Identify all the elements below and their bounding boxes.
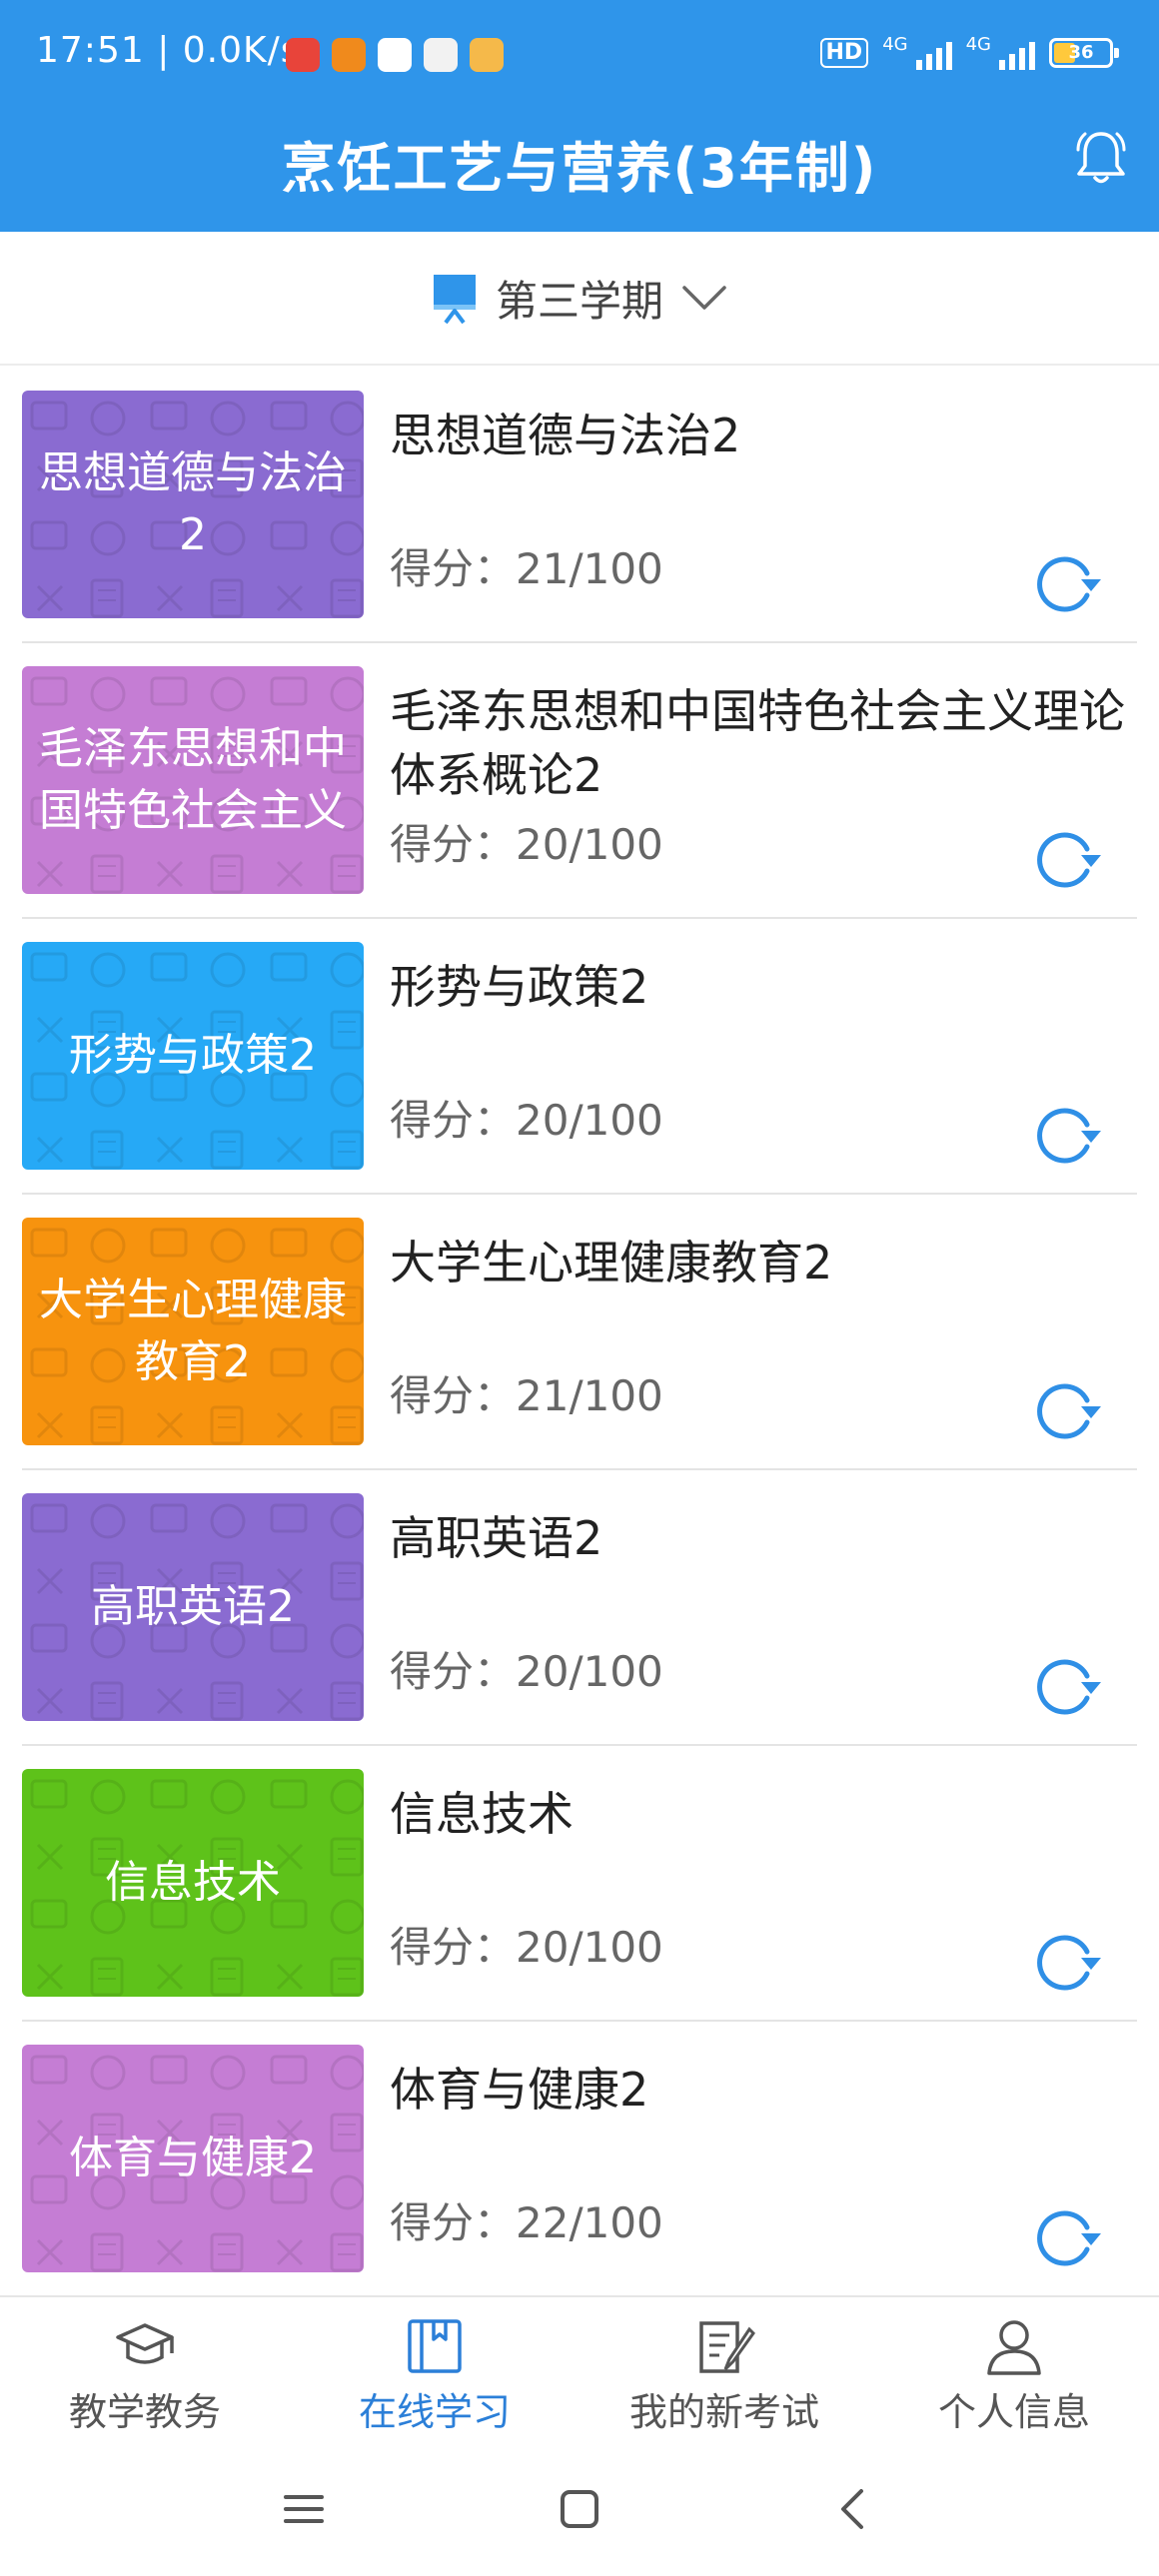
notification-app-icon	[332, 38, 366, 72]
graduation-cap-icon	[116, 2323, 174, 2364]
course-thumbnail-text: 大学生心理健康教育2	[39, 1275, 347, 1387]
course-score: 得分：20/100	[390, 820, 663, 869]
course-score: 得分：22/100	[390, 2198, 663, 2247]
course-list: 思想道德与法治2 思想道德与法治2 得分：21/100 毛泽东思想和中国特色社会主义毛…	[22, 368, 1137, 2297]
course-thumbnail-text: 信息技术	[105, 1857, 281, 1908]
status-time: 17:51 | 0.0K/s	[36, 30, 301, 71]
course-title[interactable]: 毛泽东思想和中国特色社会主义理论体系概论2	[390, 679, 1129, 807]
course-item[interactable]: 大学生心理健康教育2 大学生心理健康教育2 得分：21/100	[22, 1195, 1137, 1470]
battery-level: 36	[1068, 42, 1094, 63]
notification-app-icon	[286, 38, 320, 72]
course-thumbnail-text: 形势与政策2	[69, 1030, 317, 1081]
nav-label: 在线学习	[358, 2390, 511, 2434]
course-thumbnail-text: 思想道德与法治2	[39, 447, 347, 560]
signal-icon	[915, 36, 952, 70]
refresh-icon[interactable]	[1033, 553, 1105, 615]
course-score: 得分：21/100	[390, 1371, 663, 1420]
bottom-nav: 教学教务 在线学习 我的新考试 个人信息	[0, 2295, 1159, 2441]
course-thumbnail[interactable]: 毛泽东思想和中国特色社会主义	[22, 666, 364, 894]
course-thumbnail-text: 高职英语2	[91, 1581, 295, 1632]
nav-label: 教学教务	[68, 2390, 221, 2434]
course-item[interactable]: 体育与健康2 体育与健康2 得分：22/100	[22, 2022, 1137, 2297]
menu-icon[interactable]	[276, 2481, 332, 2537]
network-type: 4G	[965, 34, 991, 55]
nav-item[interactable]: 个人信息	[869, 2297, 1159, 2441]
nav-item[interactable]: 教学教务	[0, 2297, 290, 2441]
notification-app-icon	[378, 38, 412, 72]
course-title[interactable]: 形势与政策2	[390, 955, 1129, 1019]
hd-voice-icon: HD	[819, 38, 869, 68]
notification-app-icon	[470, 38, 504, 72]
course-title[interactable]: 思想道德与法治2	[390, 404, 1129, 467]
semester-label: 第三学期	[495, 276, 663, 326]
status-bar: 17:51 | 0.0K/s HD 4G 4G 36	[0, 0, 1159, 94]
course-item[interactable]: 形势与政策2 形势与政策2 得分：20/100	[22, 919, 1137, 1195]
course-thumbnail[interactable]: 高职英语2	[22, 1493, 364, 1721]
course-thumbnail[interactable]: 思想道德与法治2	[22, 391, 364, 618]
system-navigation-bar	[0, 2441, 1159, 2576]
network-type: 4G	[882, 34, 908, 55]
nav-item[interactable]: 在线学习	[290, 2297, 580, 2441]
course-thumbnail-text: 体育与健康2	[69, 2133, 317, 2183]
refresh-icon[interactable]	[1033, 1105, 1105, 1167]
home-icon[interactable]	[552, 2481, 607, 2537]
back-icon[interactable]	[825, 2481, 881, 2537]
signal-icon	[999, 36, 1035, 70]
nav-label: 我的新考试	[628, 2390, 819, 2434]
course-item[interactable]: 高职英语2 高职英语2 得分：20/100	[22, 1470, 1137, 1746]
course-title[interactable]: 体育与健康2	[390, 2058, 1129, 2122]
course-thumbnail[interactable]: 形势与政策2	[22, 942, 364, 1170]
refresh-icon[interactable]	[1033, 1932, 1105, 1994]
page-title: 烹饪工艺与营养(3年制)	[281, 137, 878, 200]
nav-label: 个人信息	[937, 2390, 1090, 2434]
refresh-icon[interactable]	[1033, 829, 1105, 891]
chevron-down-icon	[682, 286, 726, 310]
book-icon	[408, 2319, 462, 2373]
course-item[interactable]: 信息技术 信息技术 得分：20/100	[22, 1746, 1137, 2022]
course-item[interactable]: 毛泽东思想和中国特色社会主义 毛泽东思想和中国特色社会主义理论体系概论2 得分：20…	[22, 643, 1137, 919]
course-score: 得分：20/100	[390, 1923, 663, 1972]
exam-paper-icon	[699, 2321, 755, 2373]
top-bar: 17:51 | 0.0K/s HD 4G 4G 36 烹饪工艺与营养(3年制)	[0, 0, 1159, 232]
course-score: 得分：21/100	[390, 544, 663, 593]
course-title[interactable]: 大学生心理健康教育2	[390, 1231, 1129, 1294]
course-thumbnail-text: 毛泽东思想和中国特色社会主义	[39, 723, 347, 836]
course-thumbnail[interactable]: 大学生心理健康教育2	[22, 1218, 364, 1445]
nav-item[interactable]: 我的新考试	[580, 2297, 869, 2441]
course-thumbnail[interactable]: 体育与健康2	[22, 2045, 364, 2272]
bell-icon[interactable]	[1073, 128, 1129, 188]
semester-selector[interactable]: 第三学期	[0, 232, 1159, 366]
course-item[interactable]: 思想道德与法治2 思想道德与法治2 得分：21/100	[22, 368, 1137, 643]
notification-icons	[286, 38, 504, 72]
refresh-icon[interactable]	[1033, 1380, 1105, 1442]
refresh-icon[interactable]	[1033, 2207, 1105, 2269]
classroom-board-icon	[433, 275, 476, 325]
refresh-icon[interactable]	[1033, 1656, 1105, 1718]
course-score: 得分：20/100	[390, 1096, 663, 1145]
course-score: 得分：20/100	[390, 1647, 663, 1696]
course-thumbnail[interactable]: 信息技术	[22, 1769, 364, 1997]
notification-app-icon	[424, 38, 458, 72]
person-icon	[987, 2320, 1041, 2375]
course-title[interactable]: 信息技术	[390, 1782, 1129, 1846]
status-indicators: HD 4G 4G 36	[819, 34, 1119, 70]
battery-icon: 36	[1049, 38, 1119, 68]
course-title[interactable]: 高职英语2	[390, 1506, 1129, 1570]
